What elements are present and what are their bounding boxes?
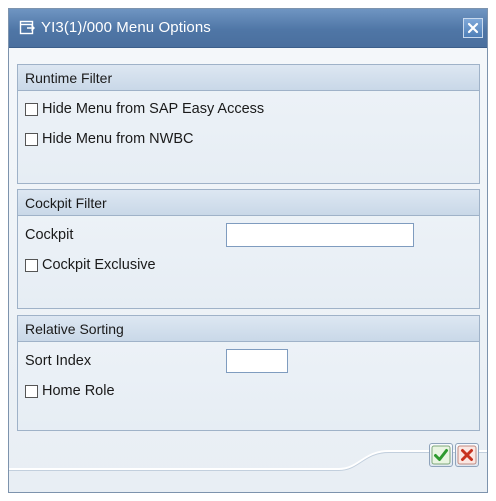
cockpit-label: Cockpit bbox=[25, 227, 74, 243]
cockpit-input[interactable] bbox=[226, 223, 414, 247]
cockpit-filter-header: Cockpit Filter bbox=[18, 190, 479, 216]
hide-easy-access-row[interactable]: Hide Menu from SAP Easy Access bbox=[25, 98, 264, 120]
checkmark-icon bbox=[431, 445, 451, 465]
relative-sorting-header: Relative Sorting bbox=[18, 316, 479, 342]
footer-divider bbox=[9, 450, 487, 471]
runtime-filter-header: Runtime Filter bbox=[18, 65, 479, 91]
confirm-button[interactable] bbox=[429, 443, 453, 467]
sort-index-row: Sort Index bbox=[25, 350, 91, 372]
cockpit-exclusive-label: Cockpit Exclusive bbox=[42, 257, 156, 273]
cockpit-row: Cockpit bbox=[25, 224, 73, 246]
cockpit-exclusive-checkbox[interactable] bbox=[25, 258, 38, 272]
runtime-filter-group: Runtime Filter Hide Menu from SAP Easy A… bbox=[17, 64, 480, 184]
sort-index-input[interactable] bbox=[226, 349, 288, 373]
cockpit-exclusive-row[interactable]: Cockpit Exclusive bbox=[25, 254, 156, 276]
sort-index-label: Sort Index bbox=[25, 353, 92, 369]
close-icon bbox=[467, 22, 479, 34]
cockpit-filter-group: Cockpit Filter Cockpit Cockpit Exclusive bbox=[17, 189, 480, 309]
home-role-row[interactable]: Home Role bbox=[25, 380, 115, 402]
hide-easy-access-checkbox[interactable] bbox=[25, 102, 38, 116]
dialog-window: YI3(1)/000 Menu Options Runtime Filter H… bbox=[8, 8, 488, 493]
cancel-x-icon bbox=[457, 445, 477, 465]
relative-sorting-group: Relative Sorting Sort Index Home Role bbox=[17, 315, 480, 431]
hide-easy-access-label: Hide Menu from SAP Easy Access bbox=[42, 101, 265, 117]
hide-nwbc-row[interactable]: Hide Menu from NWBC bbox=[25, 128, 193, 150]
hide-nwbc-checkbox[interactable] bbox=[25, 132, 38, 146]
close-button[interactable] bbox=[463, 18, 483, 38]
home-role-label: Home Role bbox=[42, 383, 115, 399]
title-bar[interactable]: YI3(1)/000 Menu Options bbox=[9, 9, 487, 48]
cancel-button[interactable] bbox=[455, 443, 479, 467]
dialog-title: YI3(1)/000 Menu Options bbox=[41, 19, 211, 36]
home-role-checkbox[interactable] bbox=[25, 384, 38, 398]
hide-nwbc-label: Hide Menu from NWBC bbox=[42, 131, 194, 147]
window-icon bbox=[19, 19, 36, 36]
